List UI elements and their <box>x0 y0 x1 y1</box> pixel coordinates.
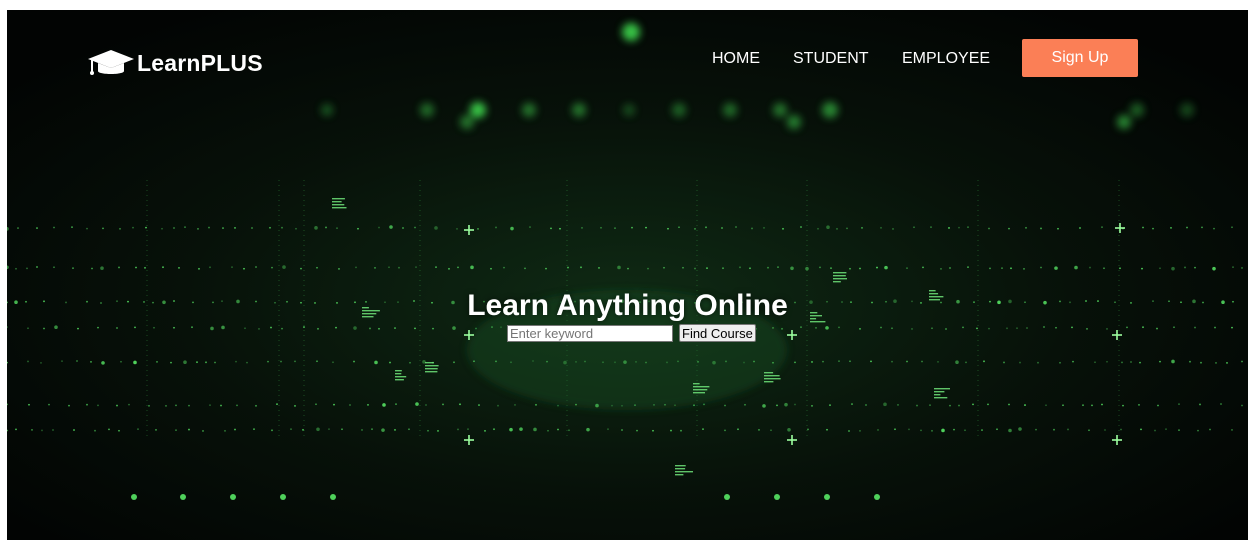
brand-name: LearnPLUS <box>137 49 263 76</box>
sign-up-button[interactable]: Sign Up <box>1022 39 1138 77</box>
hero-section: Learn Anything Online Find Course <box>7 288 1248 342</box>
hero-title: Learn Anything Online <box>467 289 788 322</box>
nav-student[interactable]: STUDENT <box>793 50 869 68</box>
course-search: Find Course <box>507 324 756 342</box>
nav-employee[interactable]: EMPLOYEE <box>902 50 990 68</box>
keyword-input[interactable] <box>507 324 673 342</box>
page-frame: LearnPLUS HOME STUDENT EMPLOYEE Sign Up … <box>7 10 1248 540</box>
nav-home[interactable]: HOME <box>712 50 760 68</box>
brand-logo[interactable]: LearnPLUS <box>87 48 263 78</box>
find-course-button[interactable]: Find Course <box>679 324 756 342</box>
hero-background <box>7 10 1248 540</box>
graduation-cap-icon <box>88 50 134 75</box>
